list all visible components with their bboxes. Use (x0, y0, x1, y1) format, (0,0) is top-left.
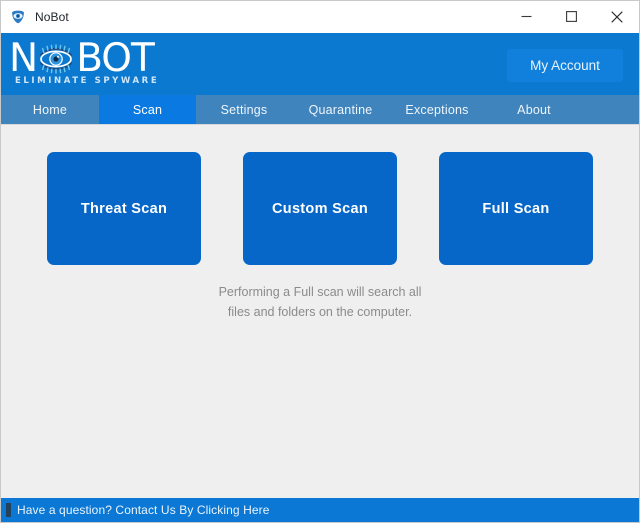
title-bar-left: NoBot (1, 9, 69, 25)
tab-home[interactable]: Home (1, 95, 99, 124)
close-icon[interactable] (594, 1, 639, 32)
tab-exceptions[interactable]: Exceptions (389, 95, 485, 124)
brand-logo: N BOT ELIMINATE SPYWARE (9, 38, 209, 87)
maximize-icon[interactable] (549, 1, 594, 32)
logo-letters-bot: BOT (76, 35, 155, 81)
scan-content-panel: Threat Scan Custom Scan Full Scan Perfor… (1, 125, 639, 498)
tab-settings[interactable]: Settings (196, 95, 292, 124)
custom-scan-button[interactable]: Custom Scan (243, 152, 397, 265)
full-scan-button[interactable]: Full Scan (439, 152, 593, 265)
window-title: NoBot (35, 9, 69, 24)
status-bar: Have a question? Contact Us By Clicking … (1, 498, 639, 522)
eye-logo-icon (35, 44, 77, 74)
brand-logo-wordmark: N BOT (9, 38, 209, 78)
my-account-button[interactable]: My Account (507, 49, 623, 82)
title-bar: NoBot (1, 1, 639, 33)
shield-eye-icon (10, 9, 26, 25)
status-grip-icon (6, 503, 11, 517)
scan-tile-group: Threat Scan Custom Scan Full Scan (47, 152, 593, 265)
nav-tabs: Home Scan Settings Quarantine Exceptions… (1, 95, 639, 125)
tab-about[interactable]: About (485, 95, 583, 124)
window-controls (504, 1, 639, 32)
app-window: NoBot N BOT ELIMINATE SPYWARE My Account… (0, 0, 640, 523)
tab-scan[interactable]: Scan (99, 95, 196, 124)
logo-letter-n: N (9, 35, 38, 81)
minimize-icon[interactable] (504, 1, 549, 32)
threat-scan-button[interactable]: Threat Scan (47, 152, 201, 265)
tab-quarantine[interactable]: Quarantine (292, 95, 389, 124)
contact-us-link[interactable]: Have a question? Contact Us By Clicking … (17, 503, 270, 517)
scan-description: Performing a Full scan will search all f… (218, 285, 422, 319)
brand-header: N BOT ELIMINATE SPYWARE My Account (1, 33, 639, 95)
